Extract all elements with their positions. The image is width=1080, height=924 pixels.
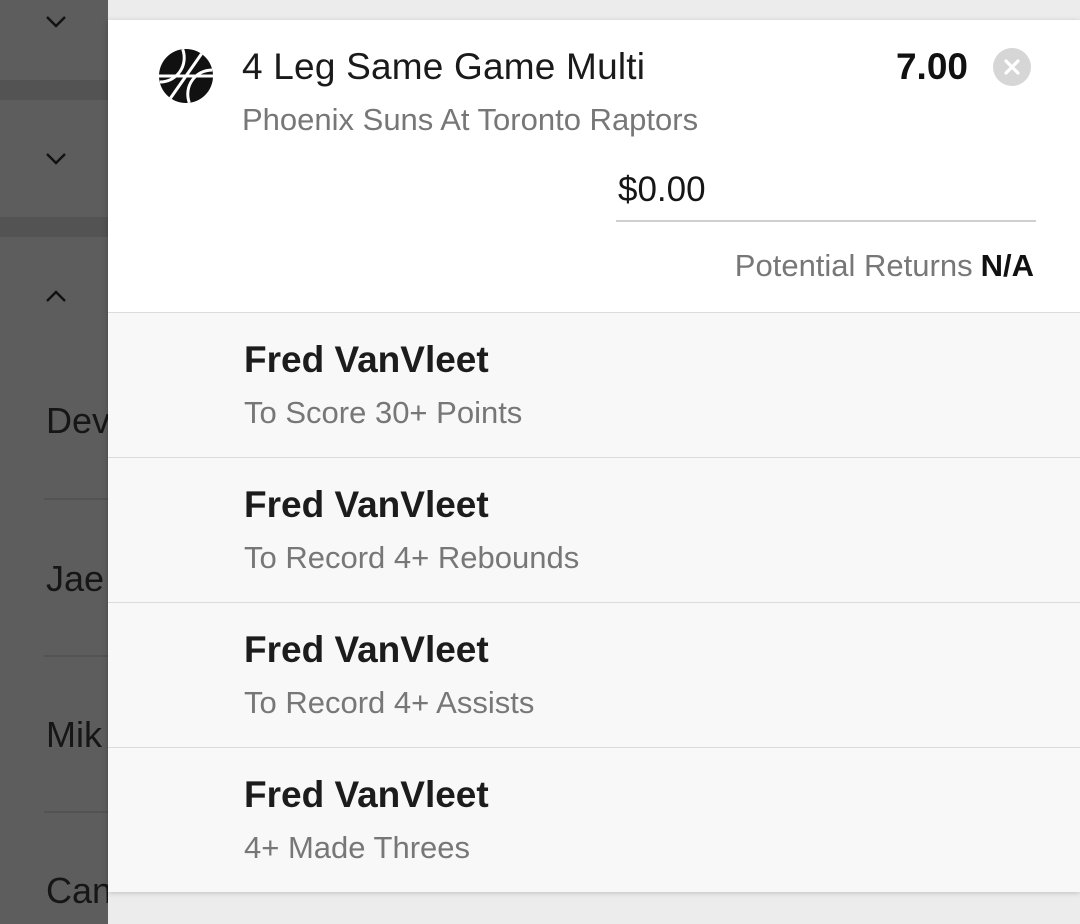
basketball-icon bbox=[158, 48, 214, 104]
list-item: Fred VanVleet To Score 30+ Points bbox=[108, 312, 1080, 457]
list-item: Fred VanVleet To Record 4+ Assists bbox=[108, 602, 1080, 747]
chevron-down-icon[interactable] bbox=[44, 147, 68, 171]
player-name-partial[interactable]: Can bbox=[46, 870, 108, 912]
player-name-partial[interactable]: Mik bbox=[46, 714, 102, 756]
bet-header: 4 Leg Same Game Multi 7.00 Phoenix Suns … bbox=[108, 20, 1080, 312]
divider bbox=[44, 655, 108, 657]
chevron-down-icon[interactable] bbox=[44, 10, 68, 34]
bet-slip-card: 4 Leg Same Game Multi 7.00 Phoenix Suns … bbox=[108, 20, 1080, 892]
bet-title: 4 Leg Same Game Multi bbox=[242, 46, 646, 87]
chevron-up-icon[interactable] bbox=[44, 284, 68, 308]
leg-player: Fred VanVleet bbox=[244, 629, 489, 670]
leg-market: 4+ Made Threes bbox=[244, 830, 471, 865]
bet-odds: 7.00 bbox=[895, 46, 968, 87]
event-name: Phoenix Suns At Toronto Raptors bbox=[242, 102, 699, 137]
returns-value: N/A bbox=[980, 248, 1034, 283]
list-item: Fred VanVleet To Record 4+ Rebounds bbox=[108, 457, 1080, 602]
player-name-partial[interactable]: Dev bbox=[46, 400, 108, 442]
leg-market: To Record 4+ Rebounds bbox=[244, 540, 580, 575]
divider bbox=[0, 80, 108, 100]
divider bbox=[0, 217, 108, 237]
returns-label: Potential Returns bbox=[734, 248, 973, 283]
background-list: Dev Jae Mik Can bbox=[0, 0, 108, 924]
leg-market: To Score 30+ Points bbox=[244, 395, 523, 430]
leg-player: Fred VanVleet bbox=[244, 774, 489, 815]
list-item: Fred VanVleet 4+ Made Threes bbox=[108, 747, 1080, 892]
leg-player: Fred VanVleet bbox=[244, 339, 489, 380]
leg-list: Fred VanVleet To Score 30+ Points Fred V… bbox=[108, 312, 1080, 892]
stake-input[interactable] bbox=[616, 166, 1036, 222]
close-icon[interactable] bbox=[993, 48, 1031, 86]
leg-player: Fred VanVleet bbox=[244, 484, 489, 525]
potential-returns: Potential Returns N/A bbox=[735, 248, 1034, 284]
divider bbox=[44, 811, 108, 813]
divider bbox=[44, 498, 108, 500]
player-name-partial[interactable]: Jae bbox=[46, 558, 104, 600]
leg-market: To Record 4+ Assists bbox=[244, 685, 535, 720]
